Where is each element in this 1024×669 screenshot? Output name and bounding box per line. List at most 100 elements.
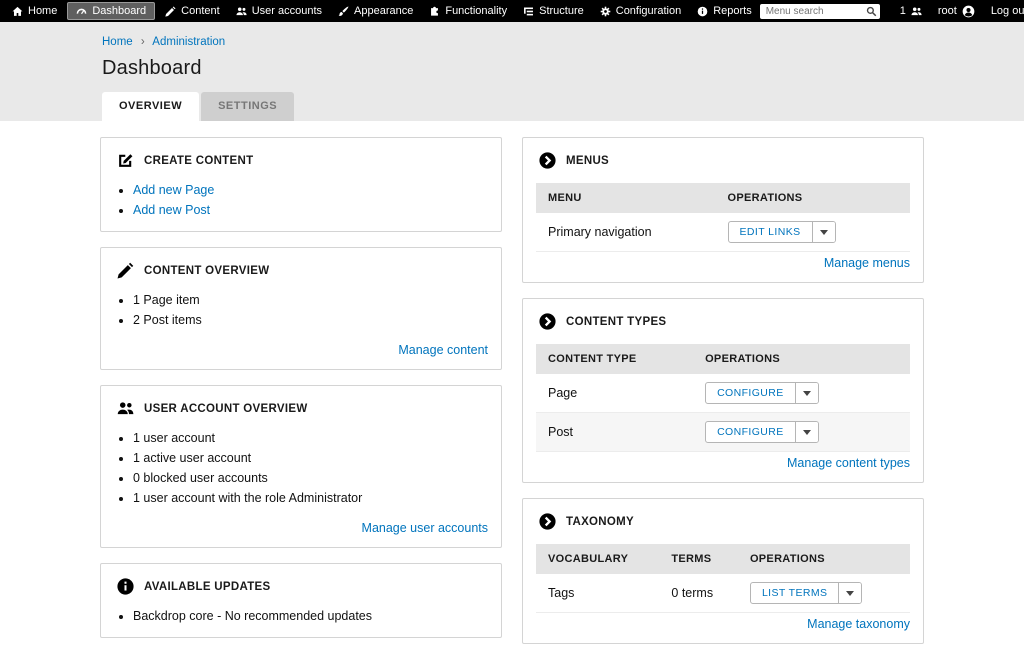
gear-icon: [600, 6, 611, 17]
dashboard-icon: [76, 6, 87, 17]
list-item: 0 blocked user accounts: [133, 471, 485, 485]
admin-menu-reports[interactable]: Reports: [689, 0, 760, 22]
search-icon[interactable]: [866, 6, 877, 17]
admin-menu-functionality[interactable]: Functionality: [421, 0, 515, 22]
admin-menu-label: Dashboard: [92, 5, 147, 17]
card-title: AVAILABLE UPDATES: [144, 580, 271, 593]
breadcrumb-home-link[interactable]: Home: [102, 36, 133, 48]
column-header: OPERATIONS: [715, 183, 910, 213]
admin-menu-structure[interactable]: Structure: [515, 0, 592, 22]
admin-menu-label: User accounts: [251, 5, 323, 17]
list-item: 1 user account with the role Administrat…: [133, 491, 485, 505]
admin-menu-content[interactable]: Content: [157, 0, 228, 22]
active-users-count[interactable]: 1: [892, 0, 930, 22]
admin-menu-label: Home: [28, 5, 58, 17]
terms-count: 0 terms: [659, 574, 738, 613]
card-title: CONTENT TYPES: [566, 315, 667, 328]
current-user[interactable]: root: [930, 0, 983, 22]
manage-content-types-link[interactable]: Manage content types: [787, 456, 910, 470]
chevron-down-icon: [802, 390, 811, 396]
active-users-count-value: 1: [899, 5, 906, 17]
chevron-down-icon: [846, 590, 855, 596]
card-title: TAXONOMY: [566, 515, 634, 528]
user-account-overview-card: USER ACCOUNT OVERVIEW 1 user account 1 a…: [100, 385, 502, 548]
admin-menu-label: Structure: [539, 5, 584, 17]
admin-bar: Home Dashboard Content User accounts App…: [0, 0, 1024, 22]
info-icon: [117, 578, 134, 595]
admin-menu-home[interactable]: Home: [4, 0, 65, 22]
edit-links-button[interactable]: EDIT LINKS: [729, 222, 812, 242]
menu-name: Primary navigation: [536, 213, 716, 252]
add-new-page-link[interactable]: Add new Page: [133, 183, 214, 197]
arrow-circle-icon: [539, 152, 556, 169]
users-icon: [911, 6, 922, 17]
manage-content-link[interactable]: Manage content: [398, 343, 488, 357]
column-header: CONTENT TYPE: [536, 344, 694, 374]
breadcrumb-administration-link[interactable]: Administration: [152, 36, 225, 48]
list-item: Backdrop core - No recommended updates: [133, 609, 485, 623]
dropdown-toggle[interactable]: [838, 583, 862, 603]
arrow-circle-icon: [539, 313, 556, 330]
admin-menu-label: Functionality: [445, 5, 508, 17]
tab-settings[interactable]: SETTINGS: [201, 92, 295, 121]
admin-menu-configuration[interactable]: Configuration: [592, 0, 689, 22]
list-terms-dropbutton: LIST TERMS: [749, 582, 863, 604]
admin-bar-right: 1 root Log out: [759, 0, 1024, 22]
page-title: Dashboard: [102, 57, 202, 79]
menu-search-input[interactable]: [759, 3, 880, 19]
breadcrumb: Home › Administration: [102, 36, 1024, 48]
brush-icon: [338, 6, 349, 17]
admin-menu: Home Dashboard Content User accounts App…: [4, 0, 760, 22]
structure-icon: [523, 6, 534, 17]
list-item: 1 Page item: [133, 293, 485, 307]
list-item: 2 Post items: [133, 313, 485, 327]
table-row: Post CONFIGURE: [536, 412, 910, 452]
right-column: MENUS MENU OPERATIONS Primary navigation…: [522, 137, 924, 659]
list-item: 1 user account: [133, 431, 485, 445]
dropdown-toggle[interactable]: [794, 383, 818, 403]
column-header: OPERATIONS: [693, 344, 910, 374]
puzzle-icon: [429, 6, 440, 17]
users-icon: [117, 400, 134, 417]
card-title: MENUS: [566, 154, 610, 167]
tab-overview[interactable]: OVERVIEW: [102, 92, 200, 121]
configure-button[interactable]: CONFIGURE: [706, 383, 795, 403]
content-type-name: Page: [536, 374, 694, 413]
info-icon: [697, 6, 708, 17]
taxonomy-card: TAXONOMY VOCABULARY TERMS OPERATIONS Tag…: [522, 498, 924, 644]
admin-menu-dashboard[interactable]: Dashboard: [67, 2, 156, 20]
list-terms-button[interactable]: LIST TERMS: [751, 583, 838, 603]
pencil-icon: [117, 262, 134, 279]
edit-links-dropbutton: EDIT LINKS: [727, 221, 836, 243]
content-type-name: Post: [536, 412, 694, 452]
manage-user-accounts-link[interactable]: Manage user accounts: [362, 521, 488, 535]
users-icon: [236, 6, 247, 17]
table-row: Primary navigation EDIT LINKS: [536, 213, 910, 252]
column-header: VOCABULARY: [536, 544, 660, 574]
manage-menus-link[interactable]: Manage menus: [824, 256, 910, 270]
dropdown-toggle[interactable]: [811, 222, 835, 242]
admin-menu-label: Configuration: [615, 5, 682, 17]
breadcrumb-separator: ›: [140, 36, 145, 48]
taxonomy-table: VOCABULARY TERMS OPERATIONS Tags 0 terms…: [536, 544, 910, 613]
arrow-circle-icon: [539, 513, 556, 530]
create-content-card: CREATE CONTENT Add new Page Add new Post: [100, 137, 502, 232]
available-updates-card: AVAILABLE UPDATES Backdrop core - No rec…: [100, 563, 502, 638]
configure-button[interactable]: CONFIGURE: [706, 422, 795, 442]
dropdown-toggle[interactable]: [794, 422, 818, 442]
vocabulary-name: Tags: [536, 574, 660, 613]
pencil-icon: [165, 6, 176, 17]
configure-post-dropbutton: CONFIGURE: [705, 421, 819, 443]
content-types-card: CONTENT TYPES CONTENT TYPE OPERATIONS Pa…: [522, 298, 924, 483]
admin-menu-user-accounts[interactable]: User accounts: [228, 0, 330, 22]
logout-link[interactable]: Log out: [983, 0, 1024, 22]
admin-menu-appearance[interactable]: Appearance: [330, 0, 421, 22]
card-title: CONTENT OVERVIEW: [144, 264, 270, 277]
card-title: USER ACCOUNT OVERVIEW: [144, 402, 308, 415]
left-column: CREATE CONTENT Add new Page Add new Post…: [100, 137, 502, 659]
list-item: Add new Page: [133, 183, 485, 197]
menu-search: [759, 3, 880, 19]
add-new-post-link[interactable]: Add new Post: [133, 203, 210, 217]
manage-taxonomy-link[interactable]: Manage taxonomy: [807, 617, 910, 631]
card-title: CREATE CONTENT: [144, 154, 254, 167]
